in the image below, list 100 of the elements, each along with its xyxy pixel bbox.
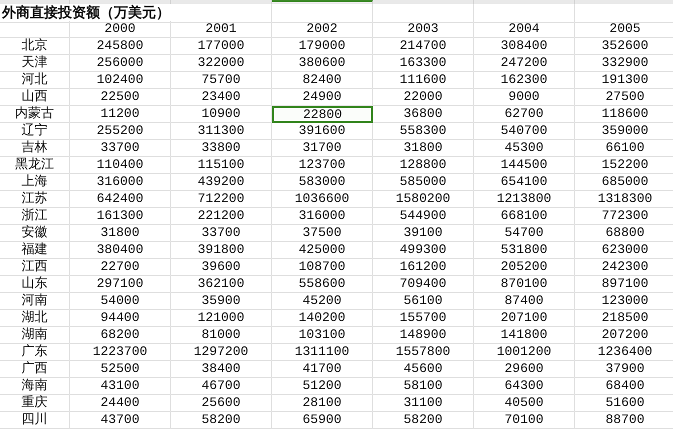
table-cell[interactable]: 1297200 [171, 344, 272, 361]
table-cell[interactable]: 322000 [171, 55, 272, 72]
table-cell[interactable]: 897100 [575, 276, 673, 293]
table-cell[interactable]: 297100 [70, 276, 171, 293]
table-cell[interactable]: 128800 [373, 157, 474, 174]
table-cell[interactable]: 68800 [575, 225, 673, 242]
table-cell[interactable]: 103100 [272, 327, 373, 344]
table-cell[interactable]: 163300 [373, 55, 474, 72]
table-cell[interactable]: 39100 [373, 225, 474, 242]
table-cell[interactable]: 121000 [171, 310, 272, 327]
table-cell[interactable]: 56100 [373, 293, 474, 310]
table-cell[interactable]: 177000 [171, 38, 272, 55]
empty-cell[interactable] [272, 4, 373, 23]
table-cell[interactable]: 33700 [70, 140, 171, 157]
table-cell[interactable]: 51200 [272, 378, 373, 395]
table-cell[interactable]: 9000 [474, 89, 575, 106]
table-cell[interactable]: 115100 [171, 157, 272, 174]
table-cell[interactable]: 22700 [70, 259, 171, 276]
table-cell[interactable]: 65900 [272, 412, 373, 429]
table-cell[interactable]: 221200 [171, 208, 272, 225]
table-cell[interactable]: 642400 [70, 191, 171, 208]
table-cell[interactable]: 256000 [70, 55, 171, 72]
table-cell[interactable]: 870100 [474, 276, 575, 293]
table-cell[interactable]: 685000 [575, 174, 673, 191]
empty-cell[interactable] [0, 21, 70, 38]
table-cell[interactable]: 531800 [474, 242, 575, 259]
table-cell[interactable]: 207200 [575, 327, 673, 344]
table-cell[interactable]: 1311100 [272, 344, 373, 361]
table-cell[interactable]: 311300 [171, 123, 272, 140]
table-cell[interactable]: 207100 [474, 310, 575, 327]
table-cell[interactable]: 28100 [272, 395, 373, 412]
table-cell[interactable]: 31100 [373, 395, 474, 412]
table-cell[interactable]: 242300 [575, 259, 673, 276]
table-cell[interactable]: 45200 [272, 293, 373, 310]
table-cell[interactable]: 380600 [272, 55, 373, 72]
table-cell[interactable]: 1001200 [474, 344, 575, 361]
table-cell[interactable]: 36800 [373, 106, 474, 123]
table-cell[interactable]: 81000 [171, 327, 272, 344]
table-cell[interactable]: 31800 [70, 225, 171, 242]
table-cell[interactable]: 141800 [474, 327, 575, 344]
table-cell[interactable]: 24400 [70, 395, 171, 412]
table-cell[interactable]: 64300 [474, 378, 575, 395]
table-cell[interactable]: 35900 [171, 293, 272, 310]
table-cell[interactable]: 583000 [272, 174, 373, 191]
table-cell[interactable]: 38400 [171, 361, 272, 378]
table-cell[interactable]: 75700 [171, 72, 272, 89]
empty-cell[interactable] [373, 4, 474, 23]
table-cell[interactable]: 152200 [575, 157, 673, 174]
table-cell[interactable]: 558600 [272, 276, 373, 293]
table-cell[interactable]: 247200 [474, 55, 575, 72]
table-cell[interactable]: 54700 [474, 225, 575, 242]
table-cell[interactable]: 1557800 [373, 344, 474, 361]
table-cell[interactable]: 391600 [272, 123, 373, 140]
table-cell[interactable]: 37900 [575, 361, 673, 378]
table-cell[interactable]: 585000 [373, 174, 474, 191]
table-cell[interactable]: 31700 [272, 140, 373, 157]
table-cell[interactable]: 162300 [474, 72, 575, 89]
table-cell[interactable]: 179000 [272, 38, 373, 55]
table-cell[interactable]: 161200 [373, 259, 474, 276]
table-cell[interactable]: 654100 [474, 174, 575, 191]
table-cell[interactable]: 558300 [373, 123, 474, 140]
table-cell[interactable]: 102400 [70, 72, 171, 89]
table-cell[interactable]: 54000 [70, 293, 171, 310]
table-cell[interactable]: 255200 [70, 123, 171, 140]
table-cell[interactable]: 111600 [373, 72, 474, 89]
table-cell[interactable]: 316000 [70, 174, 171, 191]
table-cell[interactable]: 27500 [575, 89, 673, 106]
table-cell[interactable]: 155700 [373, 310, 474, 327]
empty-cell[interactable] [474, 4, 575, 23]
table-cell[interactable]: 308400 [474, 38, 575, 55]
table-cell[interactable]: 668100 [474, 208, 575, 225]
table-cell[interactable]: 11200 [70, 106, 171, 123]
table-cell[interactable]: 245800 [70, 38, 171, 55]
table-cell[interactable]: 712200 [171, 191, 272, 208]
table-cell[interactable]: 540700 [474, 123, 575, 140]
table-cell[interactable]: 108700 [272, 259, 373, 276]
table-cell[interactable]: 82400 [272, 72, 373, 89]
table-cell[interactable]: 41700 [272, 361, 373, 378]
table-cell[interactable]: 31800 [373, 140, 474, 157]
table-cell[interactable]: 94400 [70, 310, 171, 327]
table-cell[interactable]: 22000 [373, 89, 474, 106]
table-cell[interactable]: 161300 [70, 208, 171, 225]
table-cell[interactable]: 52500 [70, 361, 171, 378]
table-cell[interactable]: 316000 [272, 208, 373, 225]
table-cell[interactable]: 425000 [272, 242, 373, 259]
table-cell[interactable]: 1580200 [373, 191, 474, 208]
table-cell[interactable]: 66100 [575, 140, 673, 157]
table-cell[interactable]: 205200 [474, 259, 575, 276]
table-cell[interactable]: 148900 [373, 327, 474, 344]
table-cell[interactable]: 29600 [474, 361, 575, 378]
table-cell[interactable]: 118600 [575, 106, 673, 123]
table-cell[interactable]: 499300 [373, 242, 474, 259]
table-cell[interactable]: 62700 [474, 106, 575, 123]
table-cell[interactable]: 22800 [272, 106, 373, 123]
table-cell[interactable]: 33700 [171, 225, 272, 242]
table-cell[interactable]: 25600 [171, 395, 272, 412]
table-cell[interactable]: 144500 [474, 157, 575, 174]
table-cell[interactable]: 37500 [272, 225, 373, 242]
table-cell[interactable]: 58200 [171, 412, 272, 429]
table-cell[interactable]: 58100 [373, 378, 474, 395]
